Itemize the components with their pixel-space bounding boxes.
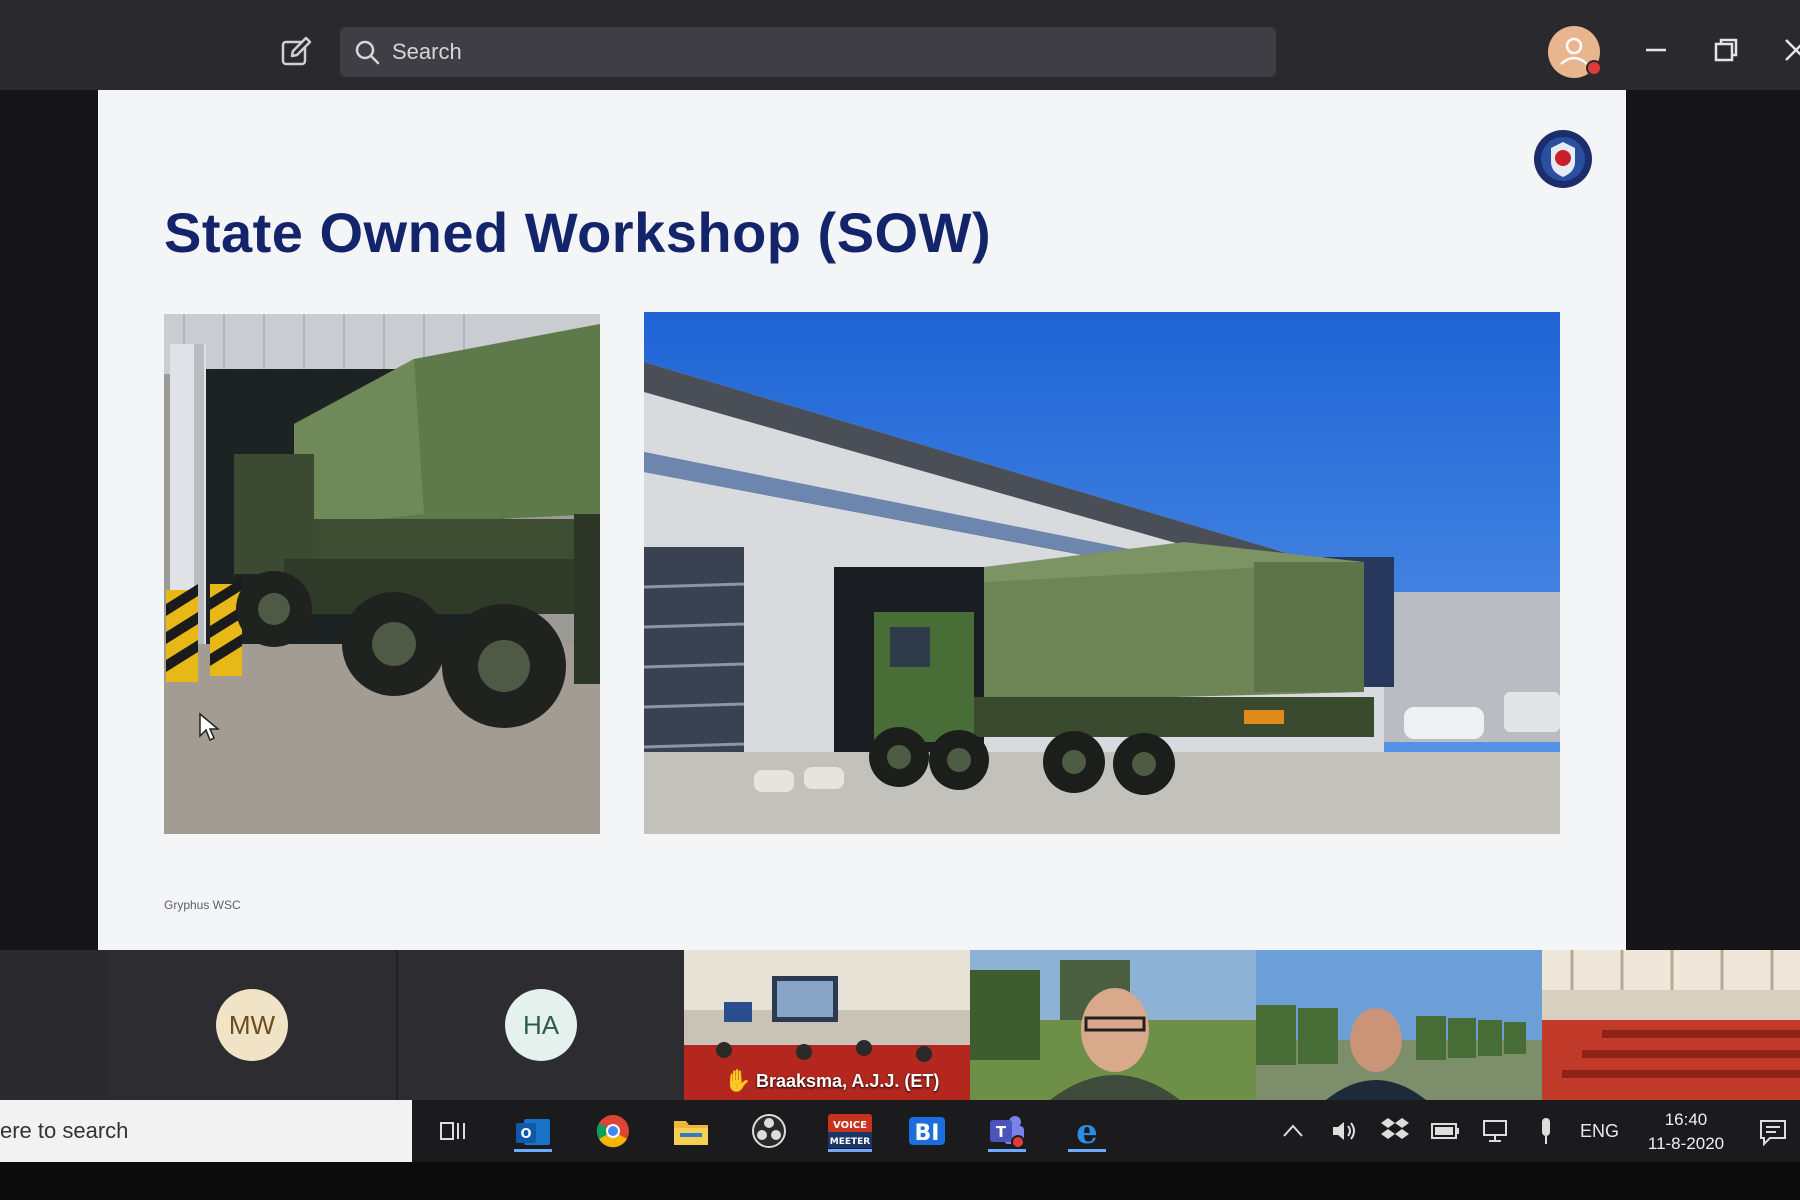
taskbar-search-placeholder: ere to search — [0, 1118, 129, 1143]
avatar[interactable] — [1548, 26, 1602, 78]
battery-icon[interactable] — [1430, 1120, 1460, 1142]
outlook-icon[interactable]: O — [512, 1110, 554, 1152]
search-bar[interactable]: Search — [340, 27, 1276, 77]
system-clock[interactable]: 16:40 11-8-2020 — [1636, 1108, 1736, 1156]
participant-video-tile[interactable] — [970, 950, 1256, 1100]
slide-title: State Owned Workshop (SOW) — [164, 201, 992, 264]
obs-icon[interactable] — [748, 1110, 790, 1152]
language-label: ENG — [1580, 1120, 1620, 1141]
chrome-icon[interactable] — [592, 1110, 634, 1152]
restore-icon[interactable] — [1712, 36, 1740, 64]
network-icon[interactable] — [1480, 1118, 1510, 1144]
mouse-cursor-icon — [199, 712, 220, 742]
active-indicator — [1068, 1149, 1106, 1152]
active-indicator — [828, 1149, 872, 1152]
participant-tile-ha[interactable]: HA — [398, 950, 684, 1100]
edge-icon[interactable]: e — [1066, 1110, 1108, 1152]
voicemeeter-icon[interactable]: VOICE MEETER — [826, 1110, 874, 1152]
voicemeeter-label: MEETER — [830, 1137, 871, 1147]
slide-photo-truck-closeup — [164, 314, 600, 834]
shared-slide: State Owned Workshop (SOW) Gryphus WSC — [98, 90, 1626, 950]
close-icon[interactable] — [1782, 36, 1800, 64]
participant-tile-mw[interactable]: MW — [108, 950, 396, 1100]
raised-hand-icon: ✋ — [724, 1068, 752, 1093]
language-indicator[interactable]: ENG — [1580, 1100, 1619, 1162]
notifications-icon[interactable] — [1758, 1118, 1788, 1146]
microphone-icon[interactable] — [1536, 1116, 1556, 1146]
voicemeeter-label: VOICE — [833, 1120, 867, 1131]
taskbar-search-input[interactable]: ere to search — [0, 1100, 412, 1162]
slide-footer: Gryphus WSC — [164, 898, 241, 912]
active-indicator — [514, 1149, 552, 1152]
dropbox-icon[interactable] — [1380, 1116, 1410, 1144]
active-indicator — [988, 1149, 1026, 1152]
participant-video-tile[interactable] — [1256, 950, 1542, 1100]
search-placeholder: Search — [392, 39, 462, 64]
teams-icon[interactable]: T — [986, 1110, 1028, 1152]
participant-tile — [0, 950, 108, 1100]
participant-strip: MW HA ✋ Braaksma, A.J.J. (ET) — [0, 950, 1800, 1100]
clock-time: 16:40 — [1664, 1110, 1708, 1129]
windows-taskbar: ere to search O VOICE MEETER BI T e ENG … — [0, 1100, 1800, 1162]
participant-video-tile[interactable]: ✋ Braaksma, A.J.J. (ET) — [684, 950, 970, 1100]
svg-text:O: O — [520, 1127, 531, 1142]
clock-date: 11-8-2020 — [1647, 1134, 1725, 1153]
minimize-icon[interactable] — [1642, 36, 1670, 64]
svg-text:T: T — [996, 1123, 1007, 1141]
scania-logo-icon — [1534, 130, 1592, 188]
slide-photo-workshop-building — [644, 312, 1560, 834]
svg-text:e: e — [1076, 1113, 1098, 1149]
volume-icon[interactable] — [1330, 1118, 1360, 1144]
avatar: MW — [216, 989, 288, 1061]
participant-video-tile[interactable] — [1542, 950, 1800, 1100]
task-view-icon[interactable] — [432, 1110, 474, 1152]
bluejeans-label: BI — [915, 1121, 940, 1146]
bluejeans-icon[interactable]: BI — [906, 1110, 948, 1152]
participant-name: Braaksma, A.J.J. (ET) — [756, 1071, 940, 1091]
compose-icon[interactable] — [278, 34, 314, 70]
teams-top-bar: Search — [0, 0, 1800, 90]
file-explorer-icon[interactable] — [670, 1110, 712, 1152]
monitor-bezel — [0, 1162, 1800, 1200]
status-badge — [1586, 60, 1602, 76]
chevron-up-icon[interactable] — [1282, 1122, 1304, 1140]
search-icon — [355, 40, 380, 65]
avatar: HA — [505, 989, 577, 1061]
